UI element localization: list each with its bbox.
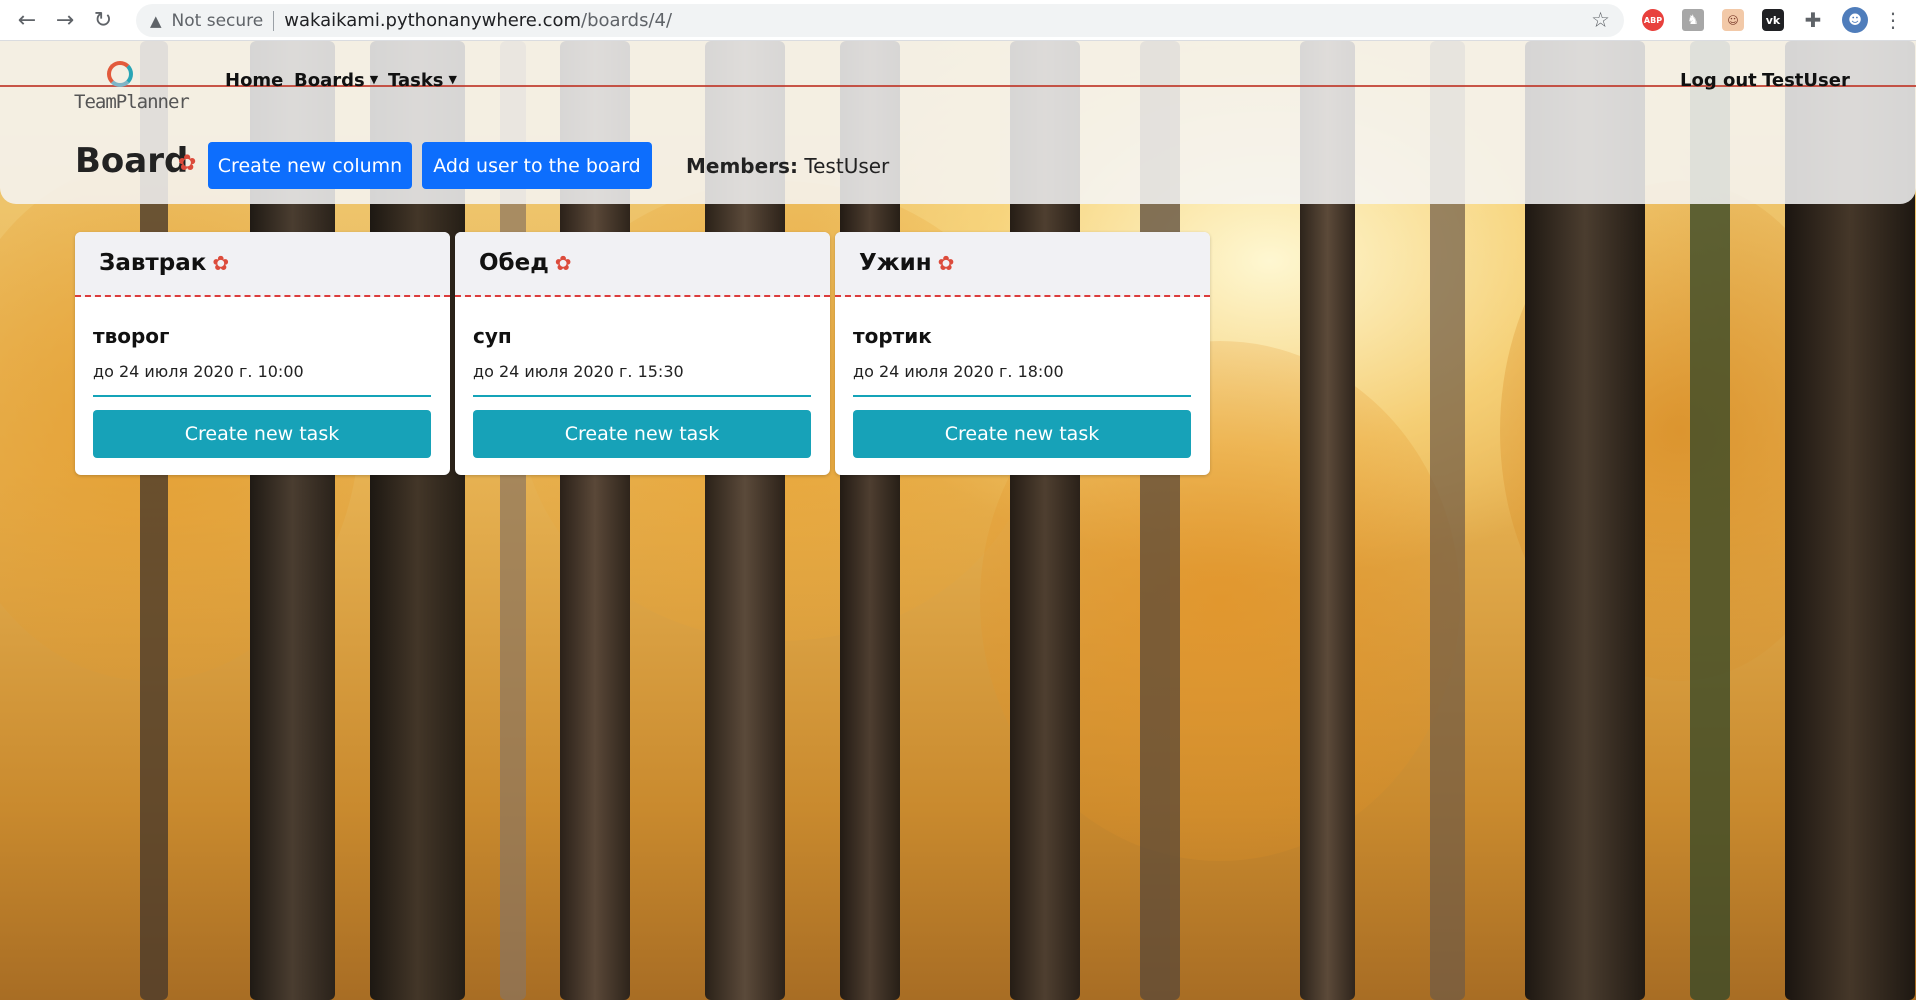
- board-column: Завтрак ✿ творог до 24 июля 2020 г. 10:00…: [75, 232, 450, 475]
- omnibox-divider: [273, 10, 275, 31]
- task-due-date: до 24 июля 2020 г. 15:30: [473, 362, 684, 381]
- create-task-button[interactable]: Create new task: [853, 410, 1191, 458]
- column-header: Ужин ✿: [835, 232, 1210, 297]
- nav-boards-dropdown[interactable]: Boards ▼: [294, 70, 378, 91]
- column-settings-gear-icon[interactable]: ✿: [212, 251, 229, 275]
- members-value: TestUser: [804, 154, 890, 178]
- column-settings-gear-icon[interactable]: ✿: [938, 251, 955, 275]
- nav-user[interactable]: TestUser: [1762, 70, 1850, 91]
- add-user-button[interactable]: Add user to the board: [422, 142, 652, 189]
- task-divider: [853, 395, 1191, 397]
- nav-tasks-dropdown[interactable]: Tasks ▼: [388, 70, 457, 91]
- task-title[interactable]: суп: [473, 324, 512, 348]
- create-task-button[interactable]: Create new task: [93, 410, 431, 458]
- vk-label: vk: [1765, 13, 1781, 27]
- column-title-row: Ужин ✿: [859, 250, 954, 276]
- create-column-button[interactable]: Create new column: [208, 142, 412, 189]
- column-title: Ужин: [859, 250, 932, 276]
- teamplanner-logo-icon[interactable]: [107, 61, 133, 87]
- column-title: Завтрак: [99, 250, 207, 276]
- task-title[interactable]: тортик: [853, 324, 932, 348]
- create-task-button[interactable]: Create new task: [473, 410, 811, 458]
- url-path: /boards/4/: [581, 10, 673, 31]
- task-divider: [93, 395, 431, 397]
- forward-icon[interactable]: →: [46, 1, 84, 39]
- reload-icon[interactable]: ↻: [84, 1, 122, 39]
- board-title: Board: [75, 141, 189, 181]
- header-divider: [0, 85, 1916, 87]
- hh-icon[interactable]: ♞: [1682, 9, 1704, 31]
- members-info: Members: TestUser: [686, 154, 889, 178]
- face-icon[interactable]: ☺: [1722, 9, 1744, 31]
- column-settings-gear-icon[interactable]: ✿: [555, 251, 572, 275]
- bookmark-star-icon[interactable]: ☆: [1591, 8, 1610, 32]
- browser-menu-icon[interactable]: ⋮: [1882, 8, 1904, 32]
- board-column: Ужин ✿ тортик до 24 июля 2020 г. 18:00 Cr…: [835, 232, 1210, 475]
- nav-logout[interactable]: Log out: [1680, 70, 1757, 91]
- column-title-row: Обед ✿: [479, 250, 572, 276]
- security-label: Not secure: [171, 10, 264, 31]
- task-divider: [473, 395, 811, 397]
- task-title[interactable]: творог: [93, 324, 170, 348]
- members-label: Members:: [686, 154, 798, 178]
- nav-boards-label: Boards: [294, 70, 365, 91]
- board-settings-gear-icon[interactable]: ✿: [178, 151, 196, 176]
- column-header: Завтрак ✿: [75, 232, 450, 297]
- caret-down-icon: ▼: [448, 73, 457, 86]
- puzzle-icon[interactable]: ✚: [1802, 8, 1824, 32]
- browser-toolbar: ← → ↻ ▲ Not secure wakaikami.pythonanywh…: [0, 0, 1916, 41]
- warning-icon: ▲: [150, 11, 162, 30]
- caret-down-icon: ▼: [369, 73, 379, 86]
- vk-icon[interactable]: vk: [1762, 9, 1784, 31]
- back-icon[interactable]: ←: [8, 1, 46, 39]
- column-title-row: Завтрак ✿: [99, 250, 229, 276]
- url-host: wakaikami.pythonanywhere.com: [284, 10, 582, 31]
- nav-tasks-label: Tasks: [388, 70, 444, 91]
- task-due-date: до 24 июля 2020 г. 10:00: [93, 362, 304, 381]
- abp-icon[interactable]: ABP: [1642, 9, 1664, 31]
- column-header: Обед ✿: [455, 232, 830, 297]
- logo-text[interactable]: TeamPlanner: [74, 91, 190, 113]
- board-column: Обед ✿ суп до 24 июля 2020 г. 15:30 Creat…: [455, 232, 830, 475]
- address-bar[interactable]: ▲ Not secure wakaikami.pythonanywhere.co…: [136, 4, 1624, 37]
- nav-home[interactable]: Home: [225, 70, 283, 91]
- abp-label: ABP: [1643, 15, 1663, 25]
- column-title: Обед: [479, 250, 549, 276]
- profile-avatar-icon[interactable]: ☻: [1842, 7, 1868, 33]
- task-due-date: до 24 июля 2020 г. 18:00: [853, 362, 1064, 381]
